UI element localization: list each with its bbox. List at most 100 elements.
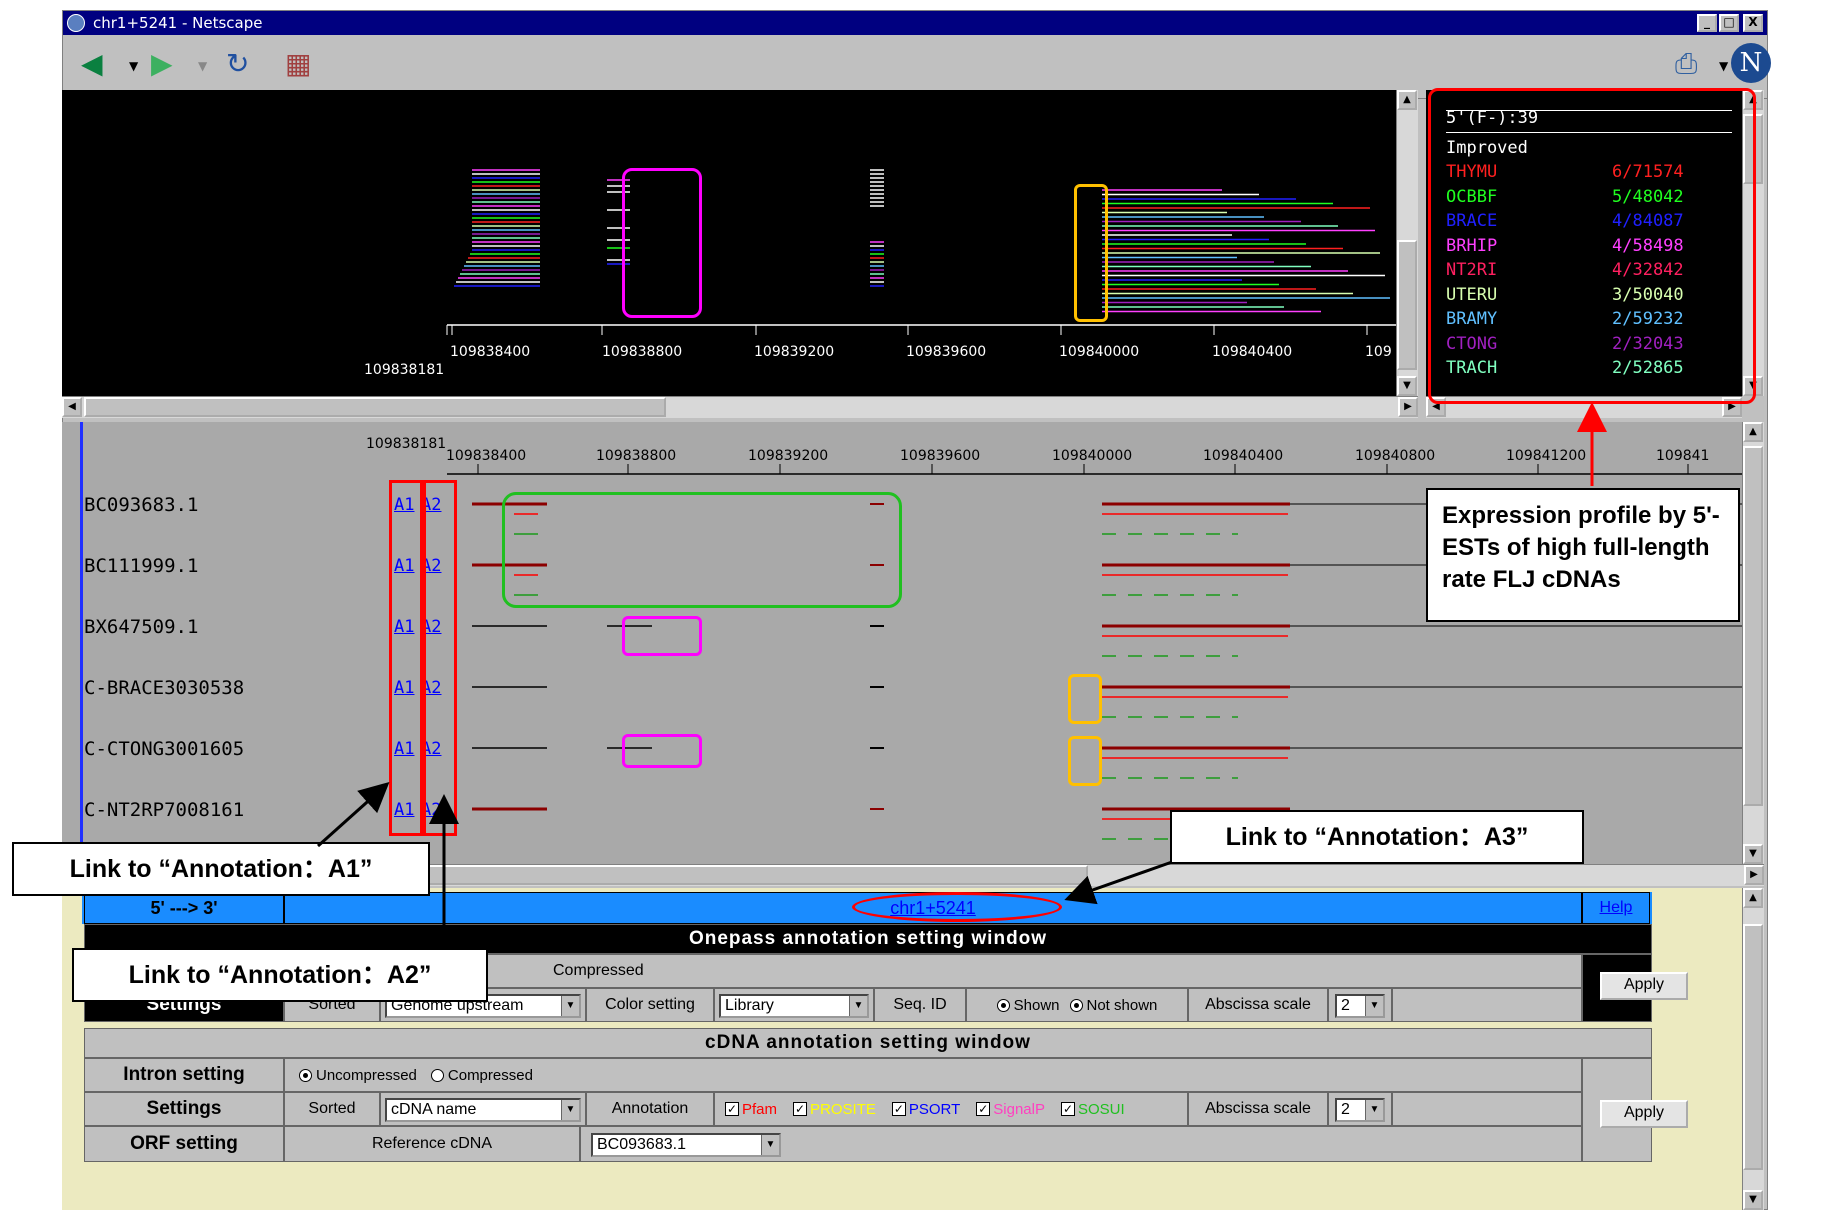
top-tick-3: 109839600 xyxy=(906,344,987,360)
netscape-n-icon[interactable]: N xyxy=(1731,43,1771,83)
annotation-checkbox-label: SignalP xyxy=(993,1100,1045,1118)
top-tick-5: 109840400 xyxy=(1212,344,1293,360)
onepass-color-select[interactable]: Library ▼ xyxy=(719,994,869,1018)
annotation-checkbox[interactable]: ✓ xyxy=(793,1102,808,1116)
green-highlight-box xyxy=(502,492,902,608)
chevron-down-icon[interactable]: ▼ xyxy=(561,996,579,1016)
scroll-down-icon[interactable]: ▼ xyxy=(1397,376,1417,396)
cdna-settings-label: Settings xyxy=(84,1092,284,1126)
panel-scroll-up-icon[interactable]: ▲ xyxy=(1743,888,1763,908)
compressed-radio[interactable] xyxy=(430,1068,444,1082)
gene-tick-0: 109838400 xyxy=(446,448,527,464)
panel-scroll-thumb[interactable] xyxy=(1743,924,1763,1170)
top-tick-1: 109838800 xyxy=(602,344,683,360)
cdna-sort-value: cDNA name xyxy=(391,1101,477,1118)
intron-setting-label: Intron setting xyxy=(84,1058,284,1092)
gene-hscroll-thumb[interactable] xyxy=(382,865,1088,885)
title-bar: chr1+5241 - Netscape _ □ X xyxy=(63,11,1767,35)
onepass-apply-button[interactable]: Apply xyxy=(1600,972,1688,1000)
compressed-label: Compressed xyxy=(447,1066,533,1084)
forward-icon[interactable]: ▶ xyxy=(151,49,173,79)
scroll-up-icon[interactable]: ▲ xyxy=(1397,90,1417,110)
annotation-checkbox[interactable]: ✓ xyxy=(976,1102,991,1116)
est-plot: 109838181 109838400 109838800 109839200 … xyxy=(62,90,1396,396)
onepass-color-label: Color setting xyxy=(586,988,714,1022)
gene-tick-4: 109840000 xyxy=(1052,448,1133,464)
annotation-checks: ✓ Pfam ✓ PROSITE ✓ PSORT ✓ SignalP ✓ SOSUI xyxy=(714,1092,1188,1126)
top-tick-2: 109839200 xyxy=(754,344,835,360)
back-icon[interactable]: ◀ xyxy=(81,49,103,79)
chevron-down-icon[interactable]: ▼ xyxy=(1365,996,1383,1016)
scroll-left-icon[interactable]: ◀ xyxy=(62,397,82,417)
cdna-blank xyxy=(1392,1092,1582,1126)
est-plot-svg xyxy=(446,169,1396,335)
cdna-scale-cell: 2 ▼ xyxy=(1328,1092,1392,1126)
onepass-scale-cell: 2 ▼ xyxy=(1328,988,1392,1022)
print-dropdown-icon[interactable]: ▼ xyxy=(1719,59,1728,73)
top-magenta-box xyxy=(622,168,702,318)
chevron-down-icon[interactable]: ▼ xyxy=(1365,1100,1383,1120)
reference-cell: BC093683.1 ▼ xyxy=(580,1126,1582,1162)
panel-scroll-down-icon[interactable]: ▼ xyxy=(1743,1190,1763,1210)
gene-tick-2: 109839200 xyxy=(748,448,829,464)
not-shown-radio[interactable] xyxy=(1069,998,1083,1012)
reload-icon[interactable]: ↻ xyxy=(226,49,249,79)
onepass-color-value: Library xyxy=(725,997,774,1014)
shown-label: Shown xyxy=(1013,996,1060,1014)
help-link[interactable]: Help xyxy=(1600,899,1633,917)
help-cell: Help xyxy=(1582,892,1650,924)
gene-row-name: BC111999.1 xyxy=(84,555,199,577)
gene-row-name: BC093683.1 xyxy=(84,494,199,516)
top-plot-vscroll[interactable]: ▲ ▼ xyxy=(1396,90,1418,396)
gene-row-name: BX647509.1 xyxy=(84,616,199,638)
minimize-button[interactable]: _ xyxy=(1697,14,1717,32)
annotation-checkbox[interactable]: ✓ xyxy=(1060,1102,1075,1116)
cdna-scale-select[interactable]: 2 ▼ xyxy=(1335,1098,1385,1122)
stop-icon[interactable]: ▦ xyxy=(285,49,311,79)
scroll-right-icon[interactable]: ▶ xyxy=(1398,397,1418,417)
close-button[interactable]: X xyxy=(1743,14,1763,32)
chevron-down-icon[interactable]: ▼ xyxy=(561,1100,579,1120)
annotation-checkbox[interactable]: ✓ xyxy=(891,1102,906,1116)
uncompressed-label: Uncompressed xyxy=(316,1066,417,1084)
onepass-scale-value: 2 xyxy=(1341,997,1350,1014)
reference-select[interactable]: BC093683.1 ▼ xyxy=(591,1133,781,1157)
direction-label: 5' ---> 3' xyxy=(84,892,284,924)
cdna-apply-button[interactable]: Apply xyxy=(1600,1100,1688,1128)
gene-row-name: C-CTONG3001605 xyxy=(84,738,245,760)
onepass-scale-select[interactable]: 2 ▼ xyxy=(1335,994,1385,1018)
scroll-thumb[interactable] xyxy=(1397,240,1417,370)
shown-radio[interactable] xyxy=(996,998,1010,1012)
print-icon[interactable]: ⎙ xyxy=(1675,49,1697,79)
chr-link-highlight xyxy=(852,892,1062,922)
gene-scroll-thumb[interactable] xyxy=(1743,446,1763,806)
cdna-sort-select[interactable]: cDNA name ▼ xyxy=(385,1098,581,1122)
gene-scroll-up-icon[interactable]: ▲ xyxy=(1743,422,1763,442)
back-dropdown-icon[interactable]: ▼ xyxy=(129,59,138,73)
chevron-down-icon[interactable]: ▼ xyxy=(849,996,867,1016)
settings-panel: 5' ---> 3' chr1+5241 Help Onepass annota… xyxy=(62,888,1742,1210)
chevron-down-icon[interactable]: ▼ xyxy=(761,1135,779,1155)
annotation-checkbox-label: PSORT xyxy=(908,1100,961,1118)
gene-view-vscroll[interactable]: ▲ ▼ xyxy=(1742,422,1764,864)
a1-column-highlight xyxy=(389,480,423,836)
top-tick-0: 109838400 xyxy=(450,344,531,360)
onepass-abscissa-label: Abscissa scale xyxy=(1188,988,1328,1022)
maximize-button[interactable]: □ xyxy=(1719,14,1739,32)
top-plot-hscroll[interactable]: ◀ ▶ xyxy=(62,396,1418,418)
forward-dropdown-icon[interactable]: ▼ xyxy=(198,59,207,73)
gene-scroll-down-icon[interactable]: ▼ xyxy=(1743,844,1763,864)
gene-tick-7: 109841200 xyxy=(1506,448,1587,464)
top-tick-6: 109 xyxy=(1365,344,1392,360)
scroll-thumb-h[interactable] xyxy=(84,397,666,417)
expression-callout: Expression profile by 5'-ESTs of high fu… xyxy=(1426,488,1740,622)
legend-highlight-box xyxy=(1428,88,1756,404)
panel-vscroll[interactable]: ▲ ▼ xyxy=(1742,888,1764,1210)
reference-value: BC093683.1 xyxy=(597,1136,686,1153)
uncompressed-radio[interactable] xyxy=(299,1068,312,1082)
magenta-box-ctong xyxy=(622,734,702,768)
cdna-annotation-label: Annotation xyxy=(586,1092,714,1126)
annotation-checkbox[interactable]: ✓ xyxy=(725,1102,739,1116)
annotation-checkbox-label: Pfam xyxy=(742,1100,778,1118)
gene-scroll-right-icon[interactable]: ▶ xyxy=(1744,865,1764,885)
